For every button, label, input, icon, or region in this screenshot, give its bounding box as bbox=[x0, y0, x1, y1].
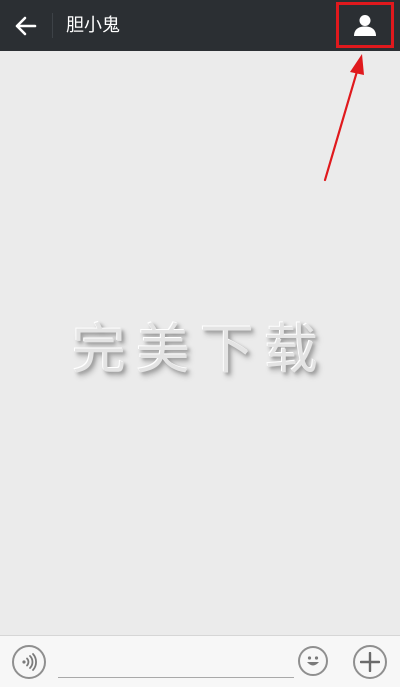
input-bar bbox=[0, 635, 400, 687]
more-button[interactable] bbox=[353, 645, 387, 679]
message-input[interactable] bbox=[58, 646, 294, 678]
chat-info-button[interactable] bbox=[336, 2, 394, 48]
back-button[interactable] bbox=[0, 0, 52, 51]
emoji-icon bbox=[307, 656, 319, 666]
watermark-text: 完美下载 bbox=[72, 318, 328, 381]
chat-title: 胆小鬼 bbox=[66, 15, 120, 36]
voice-icon bbox=[22, 653, 37, 671]
voice-button[interactable] bbox=[12, 645, 46, 679]
emoji-button[interactable] bbox=[298, 646, 328, 676]
person-icon bbox=[354, 15, 376, 36]
arrow-left-icon bbox=[15, 16, 37, 35]
top-bar: 胆小鬼 bbox=[0, 0, 400, 51]
header-divider bbox=[52, 13, 53, 38]
chat-screen: 胆小鬼 完美下载 bbox=[0, 0, 400, 687]
plus-icon bbox=[360, 652, 380, 672]
